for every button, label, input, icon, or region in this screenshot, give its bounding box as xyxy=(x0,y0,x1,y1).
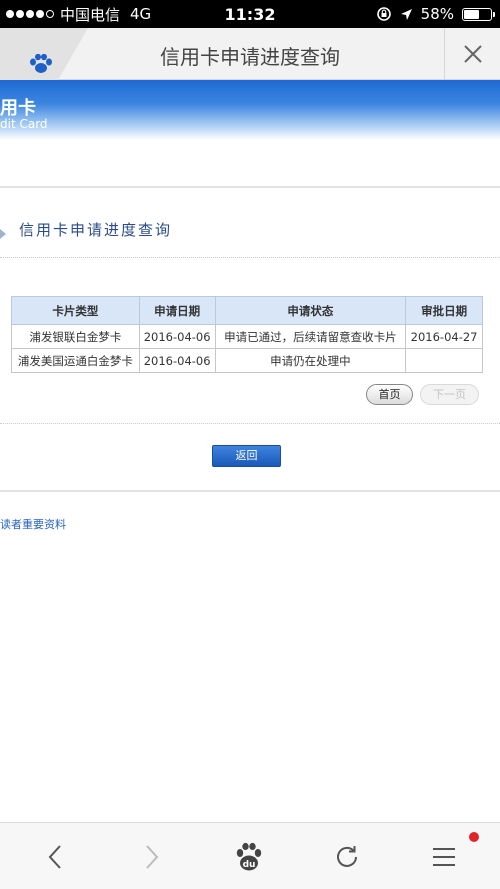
status-right: 58% xyxy=(376,0,495,28)
title-bar: 信用卡申请进度查询 xyxy=(0,28,500,80)
section-title: 信用卡申请进度查询 xyxy=(19,221,173,239)
back-icon xyxy=(48,844,61,869)
cell-status: 申请已通过，后续请留意查收卡片 xyxy=(214,324,407,349)
forward-icon xyxy=(146,844,159,869)
table-row: 浦发银联白金梦卡 2016-04-06 申请已通过，后续请留意查收卡片 2016… xyxy=(11,324,483,349)
divider xyxy=(0,186,500,188)
credit-card-banner: 用卡 dit Card xyxy=(0,80,500,140)
divider xyxy=(0,490,500,492)
cell-apply-date: 2016-04-06 xyxy=(138,348,216,373)
nav-back-button[interactable] xyxy=(25,823,85,889)
svg-text:du: du xyxy=(243,860,256,870)
cell-status: 申请仍在处理中 xyxy=(214,348,407,373)
baidu-home-icon: du xyxy=(236,842,262,870)
column-header-approval-date: 审批日期 xyxy=(405,296,483,325)
location-icon xyxy=(400,8,412,20)
battery-icon xyxy=(462,7,495,21)
battery-percent: 58% xyxy=(420,5,454,23)
section-arrow-icon xyxy=(0,229,6,239)
back-button[interactable]: 返回 xyxy=(212,445,281,467)
home-button[interactable]: du xyxy=(219,823,279,889)
status-bar: 中国电信 4G 11:32 58% xyxy=(0,0,500,28)
cell-approval-date xyxy=(405,348,483,373)
cell-card-type: 浦发美国运通白金梦卡 xyxy=(11,348,140,373)
notification-badge xyxy=(469,832,479,842)
cell-approval-date: 2016-04-27 xyxy=(405,324,483,349)
menu-button[interactable] xyxy=(414,823,474,889)
column-header-apply-date: 申请日期 xyxy=(138,296,216,325)
banner-subtitle: dit Card xyxy=(0,117,48,131)
browser-toolbar: du xyxy=(0,822,500,889)
cell-card-type: 浦发银联白金梦卡 xyxy=(11,324,140,349)
application-status-table: 卡片类型 申请日期 申请状态 审批日期 浦发银联白金梦卡 2016-04-06 … xyxy=(11,296,483,373)
nav-forward-button[interactable] xyxy=(122,823,182,889)
divider xyxy=(0,257,500,258)
next-page-button[interactable]: 下一页 xyxy=(420,384,479,405)
column-header-card-type: 卡片类型 xyxy=(11,296,140,325)
table-header-row: 卡片类型 申请日期 申请状态 审批日期 xyxy=(11,296,483,325)
first-page-button[interactable]: 首页 xyxy=(366,384,413,405)
menu-icon xyxy=(433,847,455,866)
reader-info-link[interactable]: 读者重要资料 xyxy=(0,516,66,532)
column-header-status: 申请状态 xyxy=(214,296,407,325)
divider xyxy=(0,423,500,424)
table-row: 浦发美国运通白金梦卡 2016-04-06 申请仍在处理中 xyxy=(11,348,483,373)
close-icon xyxy=(463,45,482,63)
refresh-button[interactable] xyxy=(317,823,377,889)
rotation-lock-icon xyxy=(376,7,391,21)
close-button[interactable] xyxy=(444,28,500,80)
refresh-icon xyxy=(337,845,357,867)
page-title: 信用卡申请进度查询 xyxy=(160,45,340,69)
cell-apply-date: 2016-04-06 xyxy=(138,324,216,349)
